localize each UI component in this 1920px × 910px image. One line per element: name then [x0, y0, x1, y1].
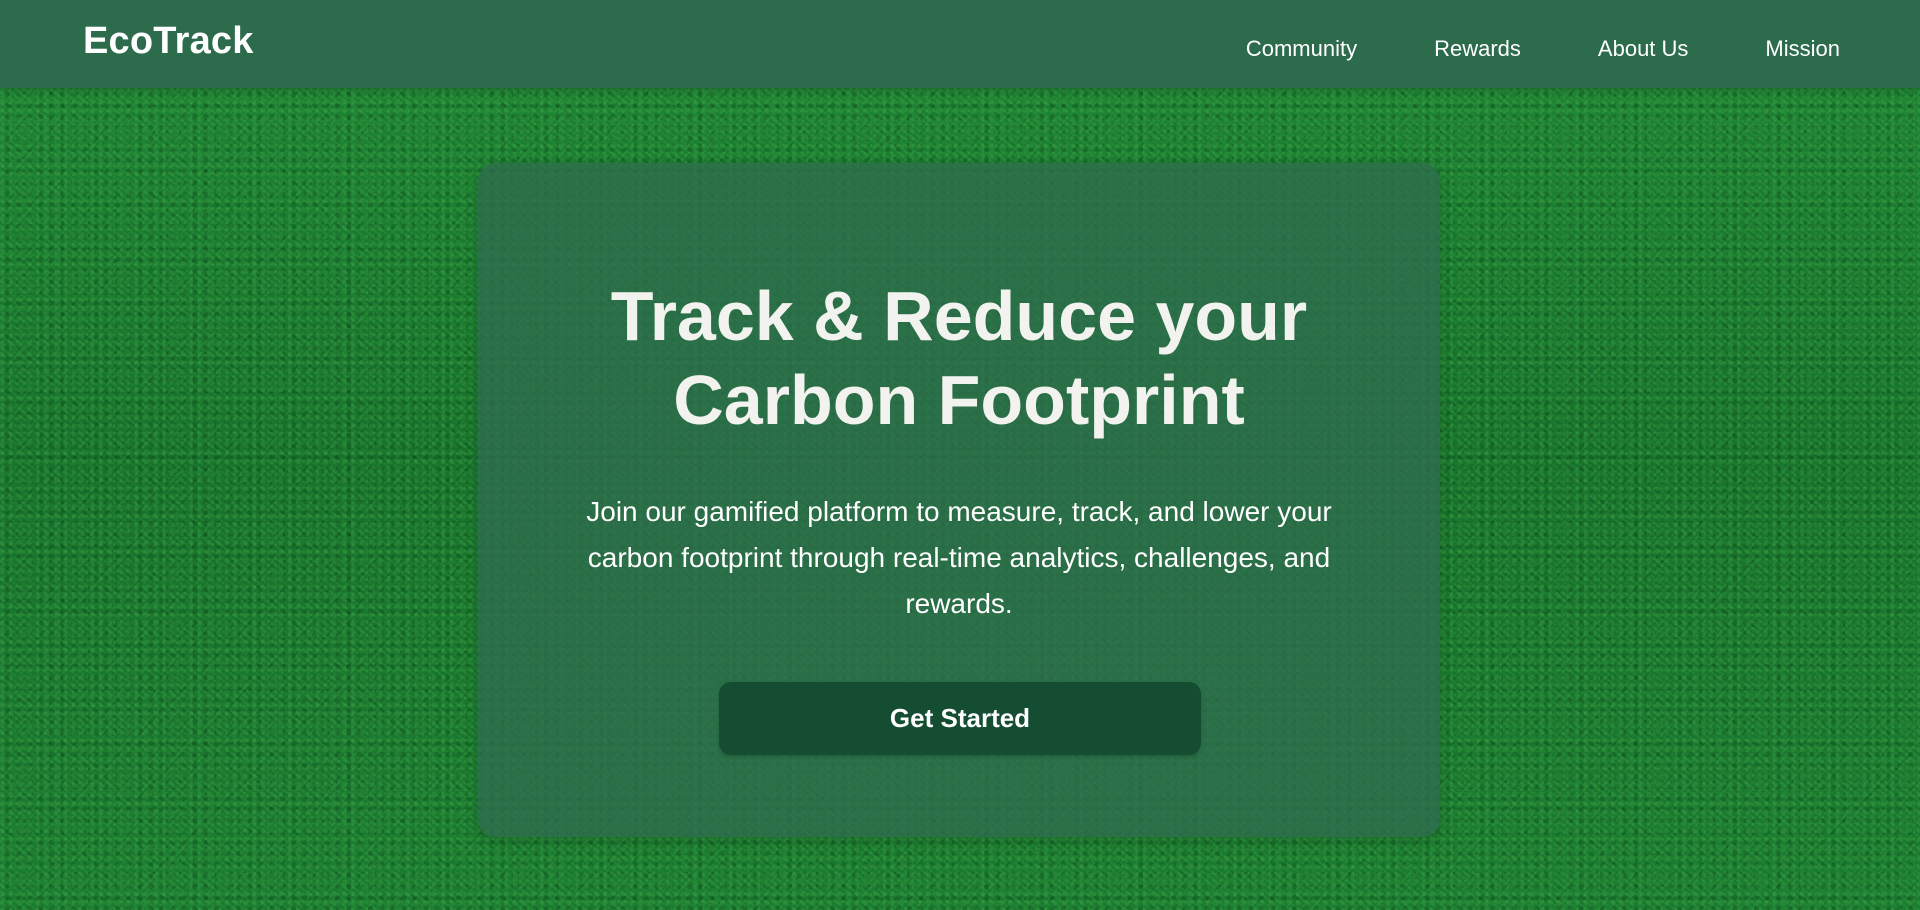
nav-link-rewards[interactable]: Rewards	[1434, 36, 1521, 62]
hero-title: Track & Reduce your Carbon Footprint	[478, 274, 1440, 442]
get-started-button[interactable]: Get Started	[719, 682, 1201, 755]
hero-card: Track & Reduce your Carbon Footprint Joi…	[478, 163, 1440, 837]
logo[interactable]: EcoTrack	[83, 20, 254, 63]
hero-title-line-1: Track & Reduce your	[610, 277, 1308, 355]
hero-subtitle: Join our gamified platform to measure, t…	[586, 496, 1332, 619]
nav-link-about-us[interactable]: About Us	[1598, 36, 1689, 62]
nav-links: Community Rewards About Us Mission	[1169, 36, 1840, 62]
top-navbar: EcoTrack Community Rewards About Us Miss…	[0, 0, 1920, 88]
nav-link-community[interactable]: Community	[1246, 36, 1357, 62]
hero-title-line-2: Carbon Footprint	[673, 361, 1245, 439]
nav-link-mission[interactable]: Mission	[1765, 36, 1840, 62]
